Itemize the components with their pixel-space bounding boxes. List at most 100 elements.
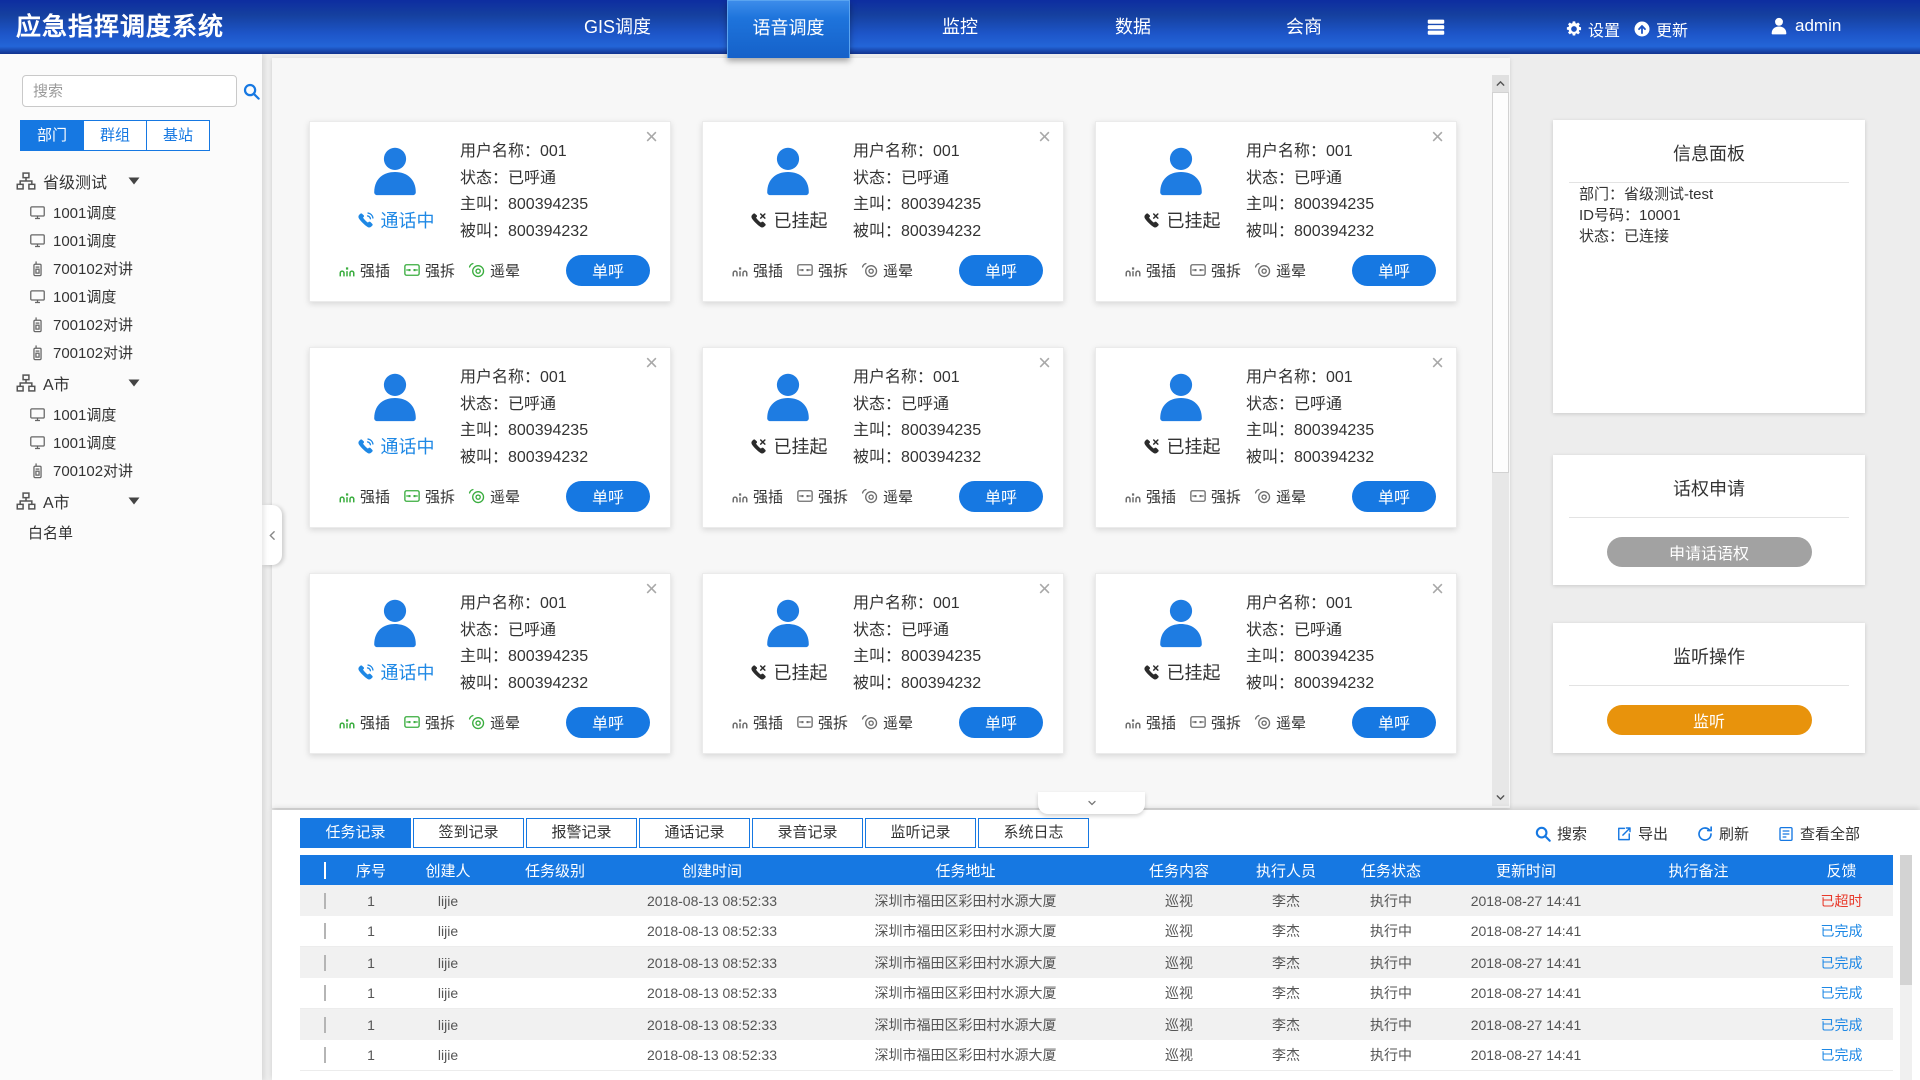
caret-down-icon[interactable] xyxy=(128,495,140,507)
close-icon[interactable]: × xyxy=(1038,126,1051,148)
action-insert-button[interactable]: 强插 xyxy=(1124,486,1176,507)
tree-item[interactable]: 700102对讲 xyxy=(0,338,262,366)
action-insert-button[interactable]: 强插 xyxy=(731,712,783,733)
single-call-button[interactable]: 单呼 xyxy=(959,481,1043,512)
sidebar-tab[interactable]: 基站 xyxy=(146,121,209,150)
feedback-link[interactable]: 已完成 xyxy=(1790,921,1893,941)
tree-item[interactable]: 1001调度 xyxy=(0,400,262,428)
sidebar-tab[interactable]: 群组 xyxy=(83,121,146,150)
menu-icon[interactable] xyxy=(1425,16,1451,38)
row-checkbox[interactable] xyxy=(324,955,326,971)
action-stun-button[interactable]: 遥晕 xyxy=(468,486,520,507)
feedback-link[interactable]: 已完成 xyxy=(1790,953,1893,973)
action-insert-button[interactable]: 强插 xyxy=(1124,712,1176,733)
select-all-checkbox[interactable] xyxy=(324,862,326,879)
tree-item[interactable]: 700102对讲 xyxy=(0,254,262,282)
close-icon[interactable]: × xyxy=(645,126,658,148)
action-stun-button[interactable]: 遥晕 xyxy=(1254,260,1306,281)
close-icon[interactable]: × xyxy=(1038,352,1051,374)
record-tab[interactable]: 通话记录 xyxy=(639,818,750,848)
action-insert-button[interactable]: 强插 xyxy=(1124,260,1176,281)
action-break-button[interactable]: 强拆 xyxy=(796,486,848,507)
tree-item[interactable]: 1001调度 xyxy=(0,428,262,456)
record-tab[interactable]: 报警记录 xyxy=(526,818,637,848)
action-insert-button[interactable]: 强插 xyxy=(338,260,390,281)
action-stun-button[interactable]: 遥晕 xyxy=(468,712,520,733)
close-icon[interactable]: × xyxy=(1038,578,1051,600)
scroll-down-button[interactable] xyxy=(1492,789,1509,806)
search-icon[interactable] xyxy=(242,82,261,101)
single-call-button[interactable]: 单呼 xyxy=(959,707,1043,738)
action-insert-button[interactable]: 强插 xyxy=(338,712,390,733)
single-call-button[interactable]: 单呼 xyxy=(959,255,1043,286)
nav-item[interactable]: 监控 xyxy=(905,0,1015,54)
sidebar-collapse-handle[interactable] xyxy=(262,505,282,565)
record-tab[interactable]: 签到记录 xyxy=(413,818,524,848)
action-insert-button[interactable]: 强插 xyxy=(731,486,783,507)
nav-item[interactable]: GIS调度 xyxy=(560,0,675,54)
single-call-button[interactable]: 单呼 xyxy=(1352,481,1436,512)
main-scrollbar[interactable] xyxy=(1492,75,1509,806)
feedback-link[interactable]: 已完成 xyxy=(1790,1015,1893,1035)
close-icon[interactable]: × xyxy=(645,352,658,374)
nav-item[interactable]: 数据 xyxy=(1078,0,1188,54)
table-scrollbar[interactable] xyxy=(1900,855,1912,1080)
record-tab[interactable]: 系统日志 xyxy=(978,818,1089,848)
feedback-link[interactable]: 已完成 xyxy=(1790,983,1893,1003)
single-call-button[interactable]: 单呼 xyxy=(566,255,650,286)
action-insert-button[interactable]: 强插 xyxy=(338,486,390,507)
tree-item[interactable]: 1001调度 xyxy=(0,198,262,226)
action-break-button[interactable]: 强拆 xyxy=(403,260,455,281)
record-tab[interactable]: 录音记录 xyxy=(752,818,863,848)
request-talk-right-button[interactable]: 申请话语权 xyxy=(1607,537,1812,567)
action-break-button[interactable]: 强拆 xyxy=(403,486,455,507)
action-stun-button[interactable]: 遥晕 xyxy=(861,712,913,733)
tree-group-row[interactable]: A市 xyxy=(0,366,262,400)
scrollbar-thumb[interactable] xyxy=(1492,92,1509,473)
row-checkbox[interactable] xyxy=(324,1047,326,1063)
tree-item[interactable]: 1001调度 xyxy=(0,226,262,254)
action-break-button[interactable]: 强拆 xyxy=(1189,260,1241,281)
search-button[interactable]: 搜索 xyxy=(1534,823,1587,844)
settings-button[interactable]: 设置 xyxy=(1565,17,1620,41)
single-call-button[interactable]: 单呼 xyxy=(566,481,650,512)
tree-group-row[interactable]: 省级测试 xyxy=(0,164,262,198)
record-tab[interactable]: 任务记录 xyxy=(300,818,411,848)
tree-item[interactable]: 700102对讲 xyxy=(0,310,262,338)
table-scrollbar-thumb[interactable] xyxy=(1900,855,1912,985)
update-button[interactable]: 更新 xyxy=(1633,17,1688,41)
caret-down-icon[interactable] xyxy=(128,175,140,187)
feedback-link[interactable]: 已完成 xyxy=(1790,1045,1893,1065)
action-break-button[interactable]: 强拆 xyxy=(1189,712,1241,733)
row-checkbox[interactable] xyxy=(324,1017,326,1033)
search-input[interactable] xyxy=(23,83,242,100)
tree-item[interactable]: 700102对讲 xyxy=(0,456,262,484)
monitor-button[interactable]: 监听 xyxy=(1607,705,1812,735)
action-stun-button[interactable]: 遥晕 xyxy=(1254,486,1306,507)
action-break-button[interactable]: 强拆 xyxy=(403,712,455,733)
scroll-up-button[interactable] xyxy=(1492,75,1509,92)
view-all-button[interactable]: 查看全部 xyxy=(1777,823,1860,844)
close-icon[interactable]: × xyxy=(1431,352,1444,374)
record-tab[interactable]: 监听记录 xyxy=(865,818,976,848)
row-checkbox[interactable] xyxy=(324,985,326,1001)
action-stun-button[interactable]: 遥晕 xyxy=(1254,712,1306,733)
single-call-button[interactable]: 单呼 xyxy=(566,707,650,738)
single-call-button[interactable]: 单呼 xyxy=(1352,707,1436,738)
tree-item[interactable]: 1001调度 xyxy=(0,282,262,310)
bottom-expand-tab[interactable] xyxy=(1038,792,1145,814)
row-checkbox[interactable] xyxy=(324,923,326,939)
action-stun-button[interactable]: 遥晕 xyxy=(468,260,520,281)
tree-item[interactable]: 白名单 xyxy=(0,518,262,546)
action-stun-button[interactable]: 遥晕 xyxy=(861,260,913,281)
action-stun-button[interactable]: 遥晕 xyxy=(861,486,913,507)
nav-item[interactable]: 语音调度 xyxy=(727,0,850,58)
caret-down-icon[interactable] xyxy=(128,377,140,389)
close-icon[interactable]: × xyxy=(1431,126,1444,148)
refresh-button[interactable]: 刷新 xyxy=(1696,823,1749,844)
close-icon[interactable]: × xyxy=(645,578,658,600)
tree-group-row[interactable]: A市 xyxy=(0,484,262,518)
nav-item[interactable]: 会商 xyxy=(1249,0,1359,54)
feedback-link[interactable]: 已超时 xyxy=(1790,891,1893,911)
action-insert-button[interactable]: 强插 xyxy=(731,260,783,281)
